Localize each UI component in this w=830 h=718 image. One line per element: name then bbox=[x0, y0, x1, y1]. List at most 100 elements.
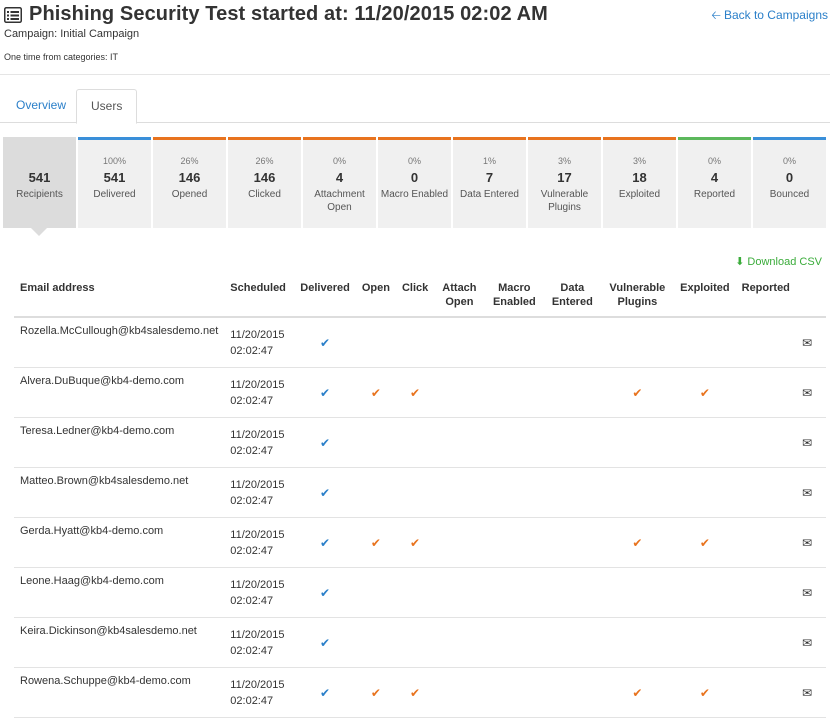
email-cell: Gerda.Hyatt@kb4-demo.com bbox=[14, 517, 225, 568]
download-icon: ⬇ bbox=[735, 256, 745, 268]
scheduled-cell: 11/20/2015 02:02:47 bbox=[224, 467, 295, 518]
scheduled-cell: 11/20/2015 02:02:47 bbox=[224, 517, 295, 568]
vulnerable-plugins-cell bbox=[600, 467, 675, 518]
stats-bar: 541 Recipients 100% 541 Delivered 26% 146 Opene… bbox=[0, 137, 830, 236]
stat-value: 17 bbox=[557, 170, 572, 185]
envelope-icon[interactable]: ✉ bbox=[795, 467, 826, 518]
scheduled-date: 11/20/2015 bbox=[230, 678, 285, 691]
stat-label: Macro Enabled bbox=[380, 189, 449, 200]
open-cell bbox=[355, 467, 396, 518]
attach-open-cell bbox=[434, 667, 485, 718]
envelope-icon[interactable]: ✉ bbox=[795, 567, 826, 618]
col-data-entered[interactable]: Data Entered bbox=[544, 273, 601, 318]
vulnerable-plugins-cell: ✔ bbox=[600, 517, 675, 568]
download-csv-link[interactable]: ⬇ Download CSV bbox=[735, 255, 822, 268]
table-row[interactable]: Keira.Dickinson@kb4salesdemo.net 11/20/20… bbox=[14, 617, 826, 668]
stat-percent: 3% bbox=[632, 156, 646, 166]
click-cell bbox=[395, 467, 435, 518]
exploited-cell bbox=[674, 567, 736, 618]
stat-color-bar bbox=[528, 137, 601, 140]
stat-tile-clicked[interactable]: 26% 146 Clicked bbox=[228, 137, 301, 228]
col-click[interactable]: Click bbox=[395, 273, 435, 318]
macro-enabled-cell bbox=[484, 567, 545, 618]
stat-tile-bounced[interactable]: 0% 0 Bounced bbox=[753, 137, 826, 228]
stat-label: Recipients bbox=[16, 189, 63, 200]
scheduled-date: 11/20/2015 bbox=[230, 378, 285, 391]
table-row[interactable]: Leone.Haag@kb4-demo.com 11/20/2015 02:02:4… bbox=[14, 567, 826, 618]
stat-tile-vulnerable-plugins[interactable]: 3% 17 Vulnerable Plugins bbox=[528, 137, 601, 228]
scheduled-cell: 11/20/2015 02:02:47 bbox=[224, 567, 295, 618]
scheduled-time: 02:02:47 bbox=[230, 444, 274, 457]
attach-open-cell bbox=[434, 567, 485, 618]
col-exploited[interactable]: Exploited bbox=[674, 273, 736, 318]
col-macro-enabled[interactable]: Macro Enabled bbox=[484, 273, 545, 318]
vulnerable-plugins-cell bbox=[600, 317, 675, 368]
envelope-icon[interactable]: ✉ bbox=[795, 667, 826, 718]
col-open[interactable]: Open bbox=[355, 273, 396, 318]
stat-label: Vulnerable Plugins bbox=[540, 189, 589, 213]
table-row[interactable]: Teresa.Ledner@kb4-demo.com 11/20/2015 02:0… bbox=[14, 417, 826, 468]
col-reported[interactable]: Reported bbox=[735, 273, 796, 318]
campaign-name: Campaign: Initial Campaign bbox=[4, 28, 140, 40]
checkmark-icon: ✔ bbox=[320, 535, 331, 550]
stat-percent: 0% bbox=[707, 156, 721, 166]
stat-value: 146 bbox=[253, 170, 276, 185]
data-entered-cell bbox=[544, 667, 601, 718]
stat-value: 4 bbox=[710, 170, 719, 185]
scheduled-cell: 11/20/2015 02:02:47 bbox=[224, 317, 295, 368]
reported-cell bbox=[735, 417, 796, 468]
tab-overview[interactable]: Overview bbox=[2, 89, 80, 121]
table-row[interactable]: Rowena.Schuppe@kb4-demo.com 11/20/2015 02:… bbox=[14, 667, 826, 718]
table-row[interactable]: Rozella.McCullough@kb4salesdemo.net 11/20… bbox=[14, 317, 826, 368]
col-delivered[interactable]: Delivered bbox=[294, 273, 356, 318]
col-attach-open[interactable]: Attach Open bbox=[434, 273, 485, 318]
list-icon bbox=[4, 6, 22, 23]
stat-tile-macro-enabled[interactable]: 0% 0 Macro Enabled bbox=[378, 137, 451, 228]
open-cell bbox=[355, 417, 396, 468]
divider bbox=[0, 74, 830, 75]
col-email[interactable]: Email address bbox=[14, 273, 225, 318]
attach-open-cell bbox=[434, 467, 485, 518]
stat-tile-data-entered[interactable]: 1% 7 Data Entered bbox=[453, 137, 526, 228]
envelope-icon[interactable]: ✉ bbox=[795, 367, 826, 418]
table-row[interactable]: Matteo.Brown@kb4salesdemo.net 11/20/2015 0… bbox=[14, 467, 826, 518]
checkmark-icon: ✔ bbox=[320, 585, 331, 600]
stat-tile-delivered[interactable]: 100% 541 Delivered bbox=[78, 137, 151, 228]
scheduled-time: 02:02:47 bbox=[230, 644, 274, 657]
envelope-icon[interactable]: ✉ bbox=[795, 617, 826, 668]
click-cell bbox=[395, 317, 435, 368]
envelope-icon[interactable]: ✉ bbox=[795, 417, 826, 468]
email-cell: Teresa.Ledner@kb4-demo.com bbox=[14, 417, 225, 468]
tab-users[interactable]: Users bbox=[76, 89, 138, 124]
reported-cell bbox=[735, 667, 796, 718]
macro-enabled-cell bbox=[484, 317, 545, 368]
table-row[interactable]: Alvera.DuBuque@kb4-demo.com 11/20/2015 02:… bbox=[14, 367, 826, 418]
stat-tile-recipients[interactable]: 541 Recipients bbox=[3, 137, 76, 228]
stat-tile-reported[interactable]: 0% 4 Reported bbox=[678, 137, 751, 228]
envelope-icon[interactable]: ✉ bbox=[795, 517, 826, 568]
stat-label: Bounced bbox=[769, 189, 810, 200]
table-header-row: Email address Scheduled Delivered Open C… bbox=[14, 273, 826, 318]
back-to-campaigns-link[interactable]: 🡠 Back to Campaigns bbox=[711, 6, 828, 27]
exploited-cell bbox=[674, 617, 736, 668]
stat-tile-opened[interactable]: 26% 146 Opened bbox=[153, 137, 226, 228]
vulnerable-plugins-cell bbox=[600, 617, 675, 668]
scheduled-date: 11/20/2015 bbox=[230, 528, 285, 541]
table-row[interactable]: Gerda.Hyatt@kb4-demo.com 11/20/2015 02:02:… bbox=[14, 517, 826, 568]
envelope-icon[interactable]: ✉ bbox=[795, 317, 826, 368]
col-vulnerable-plugins[interactable]: Vulnerable Plugins bbox=[600, 273, 675, 318]
stat-percent: 100% bbox=[102, 156, 127, 166]
checkmark-icon: ✔ bbox=[320, 485, 331, 500]
data-entered-cell bbox=[544, 367, 601, 418]
stat-tile-attachment-open[interactable]: 0% 4 Attachment Open bbox=[303, 137, 376, 228]
users-table: Email address Scheduled Delivered Open C… bbox=[14, 273, 826, 718]
delivered-cell: ✔ bbox=[294, 417, 356, 468]
reported-cell bbox=[735, 517, 796, 568]
open-cell: ✔ bbox=[355, 517, 396, 568]
email-cell: Matteo.Brown@kb4salesdemo.net bbox=[14, 467, 225, 518]
stat-tile-exploited[interactable]: 3% 18 Exploited bbox=[603, 137, 676, 228]
delivered-cell: ✔ bbox=[294, 517, 356, 568]
checkmark-icon: ✔ bbox=[370, 535, 381, 550]
col-scheduled[interactable]: Scheduled bbox=[224, 273, 295, 318]
stat-percent: 3% bbox=[557, 156, 571, 166]
